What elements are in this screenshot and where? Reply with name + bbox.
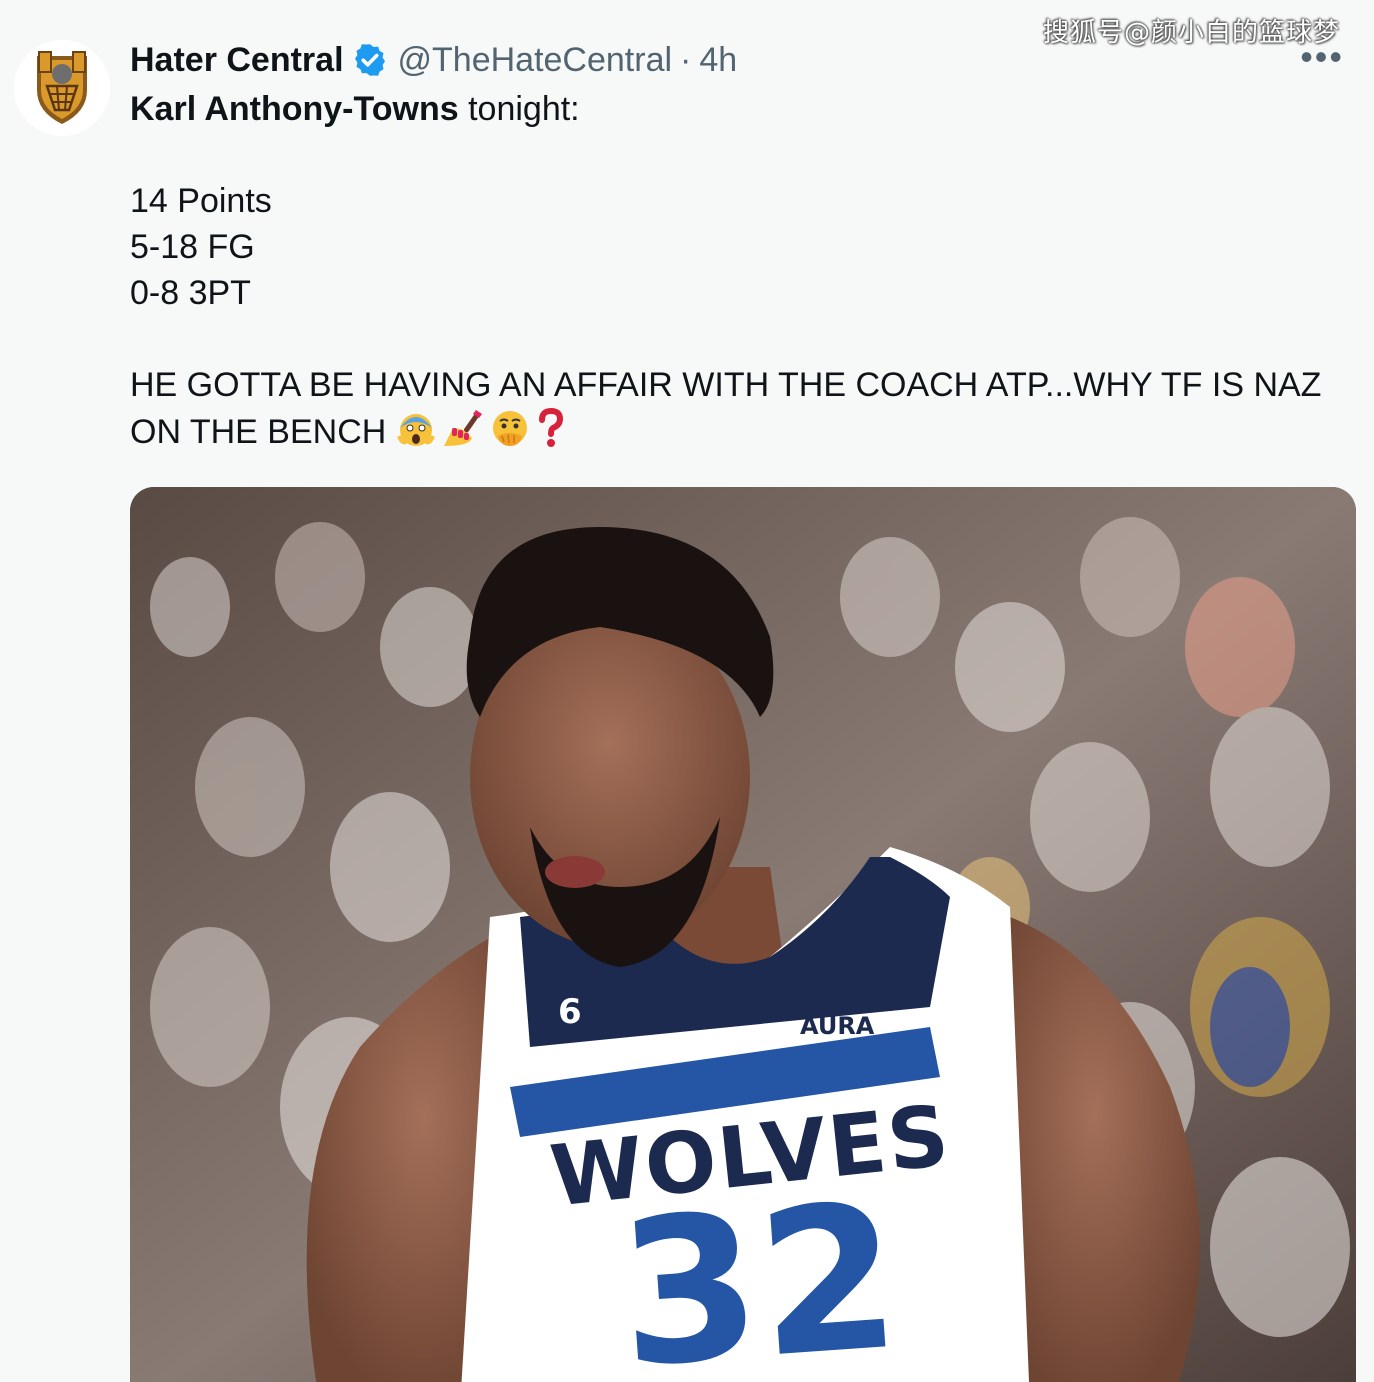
tweet-media-photo[interactable]: 6 ĀURA WOLVES 32: [130, 487, 1356, 1382]
rant-line-1: HE GOTTA BE HAVING AN AFFAIR WITH THE CO…: [130, 366, 1322, 404]
watermark: 搜狐号@颜小白的篮球梦: [1042, 18, 1340, 48]
rant-line: HE GOTTA BE HAVING AN AFFAIR WITH THE CO…: [130, 362, 1345, 460]
red-question-mark-icon: [536, 407, 566, 460]
nail-polish-icon: [442, 408, 484, 460]
verified-badge-icon: [352, 42, 388, 78]
timestamp[interactable]: 4h: [699, 41, 737, 80]
stat-3pt: 0-8 3PT: [130, 274, 251, 312]
player-mention: Karl Anthony-Towns: [130, 90, 459, 128]
jersey-number: 32: [612, 1160, 907, 1382]
stat-fg: 5-18 FG: [130, 228, 255, 266]
stat-points: 14 Points: [130, 182, 272, 220]
hater-central-logo-icon: [37, 51, 87, 124]
stats-block: 14 Points 5-18 FG 0-8 3PT: [130, 178, 1345, 316]
intro-rest: tonight:: [458, 90, 580, 128]
jersey-sponsor: ĀURA: [800, 1012, 875, 1040]
face-screaming-in-fear-icon: [396, 408, 436, 460]
rant-line-2: ON THE BENCH: [130, 412, 396, 451]
avatar[interactable]: [14, 40, 110, 136]
face-with-hand-over-mouth-icon: [490, 408, 530, 460]
display-name[interactable]: Hater Central: [130, 41, 344, 80]
more-options-icon[interactable]: •••: [1300, 39, 1344, 75]
tweet-text: Karl Anthony-Towns tonight: 14 Points 5-…: [130, 86, 1345, 460]
user-handle[interactable]: @TheHateCentral: [398, 41, 673, 80]
jersey-patch-number: 6: [558, 992, 582, 1032]
tweet-header: Hater Central @TheHateCentral · 4h: [130, 36, 737, 84]
separator-dot: ·: [680, 40, 692, 79]
intro-line: Karl Anthony-Towns tonight:: [130, 86, 1345, 132]
tweet-card[interactable]: 搜狐号@颜小白的篮球梦 Hater Central @TheHateCentra…: [0, 0, 1374, 1382]
